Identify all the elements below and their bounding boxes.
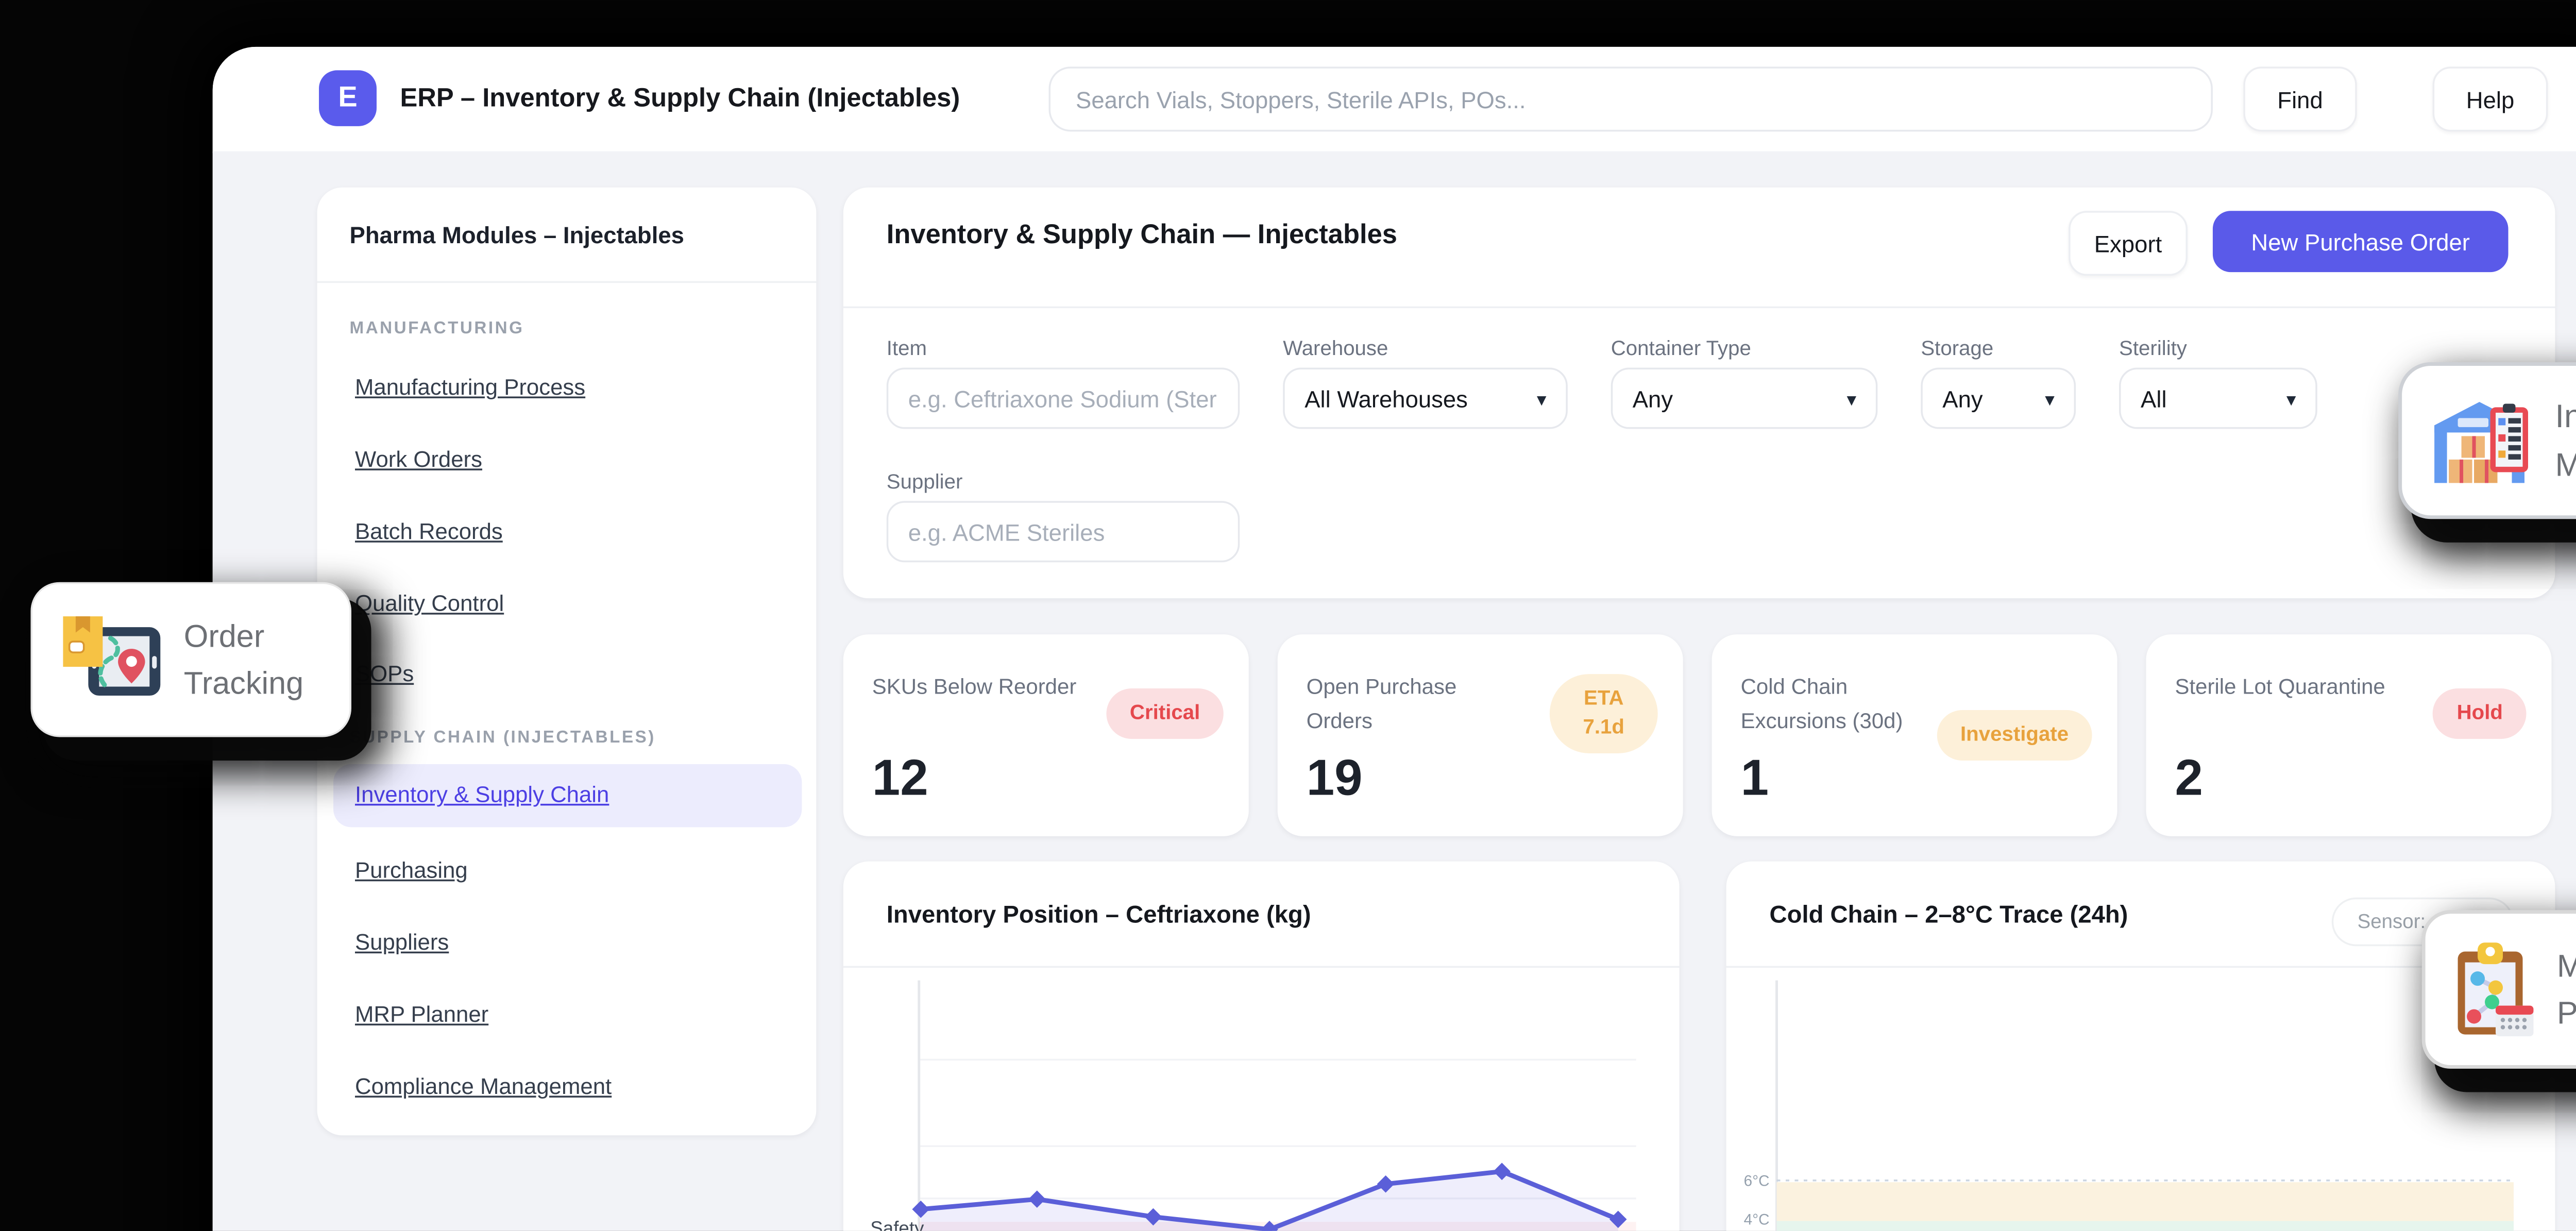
chart-title: Inventory Position – Ceftriaxone (kg) [886, 900, 1311, 928]
kpi-card-skus-below-reorder: SKUs Below Reorder 12 Critical [843, 634, 1249, 836]
app-title: ERP – Inventory & Supply Chain (Injectab… [400, 85, 960, 114]
sidebar: Pharma Modules – Injectables MANUFACTURI… [317, 187, 817, 1136]
app-window: E ERP – Inventory & Supply Chain (Inject… [212, 46, 2576, 1231]
supplier-filter-input[interactable] [886, 501, 1240, 563]
kpi-card-cold-chain-excursions: Cold Chain Excursions (30d) 1 Investigat… [1711, 634, 2117, 836]
kpi-card-open-purchase-orders: Open Purchase Orders 19 ETA 7.1d [1277, 634, 1683, 836]
safety-annotation: Safety [870, 1218, 924, 1231]
item-filter-input[interactable] [886, 367, 1240, 429]
callout-label: Inventory Management [2555, 397, 2576, 482]
sidebar-item-compliance-management[interactable]: Compliance Management [355, 1074, 612, 1100]
temperature-band [1776, 1182, 2514, 1221]
storage-select-value: Any [1942, 384, 1983, 412]
filter-label-item: Item [886, 339, 927, 361]
kpi-label: SKUs Below Reorder [872, 674, 1077, 700]
filter-label-supplier: Supplier [886, 472, 963, 494]
export-button[interactable]: Export [2069, 211, 2188, 276]
find-button[interactable]: Find [2243, 66, 2357, 132]
inventory-management-icon [2434, 401, 2528, 482]
material-planning-callout[interactable]: Material Planning [2421, 910, 2576, 1069]
sidebar-title: Pharma Modules – Injectables [349, 221, 684, 248]
kpi-value: 19 [1306, 749, 1363, 806]
sidebar-item-sops[interactable]: SOPs [355, 662, 414, 687]
container-type-select-value: Any [1632, 384, 1673, 412]
top-bar: E ERP – Inventory & Supply Chain (Inject… [212, 46, 2576, 154]
app-logo: E [319, 70, 377, 126]
order-tracking-icon [63, 616, 161, 696]
chevron-down-icon: ▼ [2283, 391, 2299, 409]
sterility-select[interactable]: All ▼ [2119, 367, 2317, 429]
divider [317, 281, 817, 283]
inventory-management-callout[interactable]: Inventory Management [2398, 362, 2576, 519]
sidebar-item-mrp-planner[interactable]: MRP Planner [355, 1002, 488, 1027]
sidebar-item-batch-records[interactable]: Batch Records [355, 519, 503, 544]
chevron-down-icon: ▼ [1843, 391, 1860, 409]
help-button[interactable]: Help [2432, 66, 2548, 132]
screenshot-stage: E ERP – Inventory & Supply Chain (Inject… [0, 0, 2576, 1231]
sidebar-item-suppliers[interactable]: Suppliers [355, 930, 449, 955]
filter-label-storage: Storage [1921, 339, 1994, 361]
sidebar-item-quality-control[interactable]: Quality Control [355, 591, 504, 616]
chart-title: Cold Chain – 2–8°C Trace (24h) [1769, 900, 2128, 928]
sidebar-item-manufacturing-process[interactable]: Manufacturing Process [355, 375, 585, 400]
kpi-label: Open Purchase Orders [1306, 674, 1457, 734]
kpi-value: 2 [2175, 749, 2203, 806]
y-tick-label: 6°C [1744, 1172, 1770, 1189]
status-badge: Investigate [1937, 710, 2092, 761]
chevron-down-icon: ▼ [1533, 391, 1550, 409]
storage-select[interactable]: Any ▼ [1921, 367, 2076, 429]
filter-label-sterility: Sterility [2119, 339, 2187, 361]
kpi-label: Sterile Lot Quarantine [2175, 674, 2385, 700]
chart-header: Inventory Position – Ceftriaxone (kg) [843, 862, 1680, 968]
kpi-value: 1 [1740, 749, 1769, 806]
sidebar-section-manufacturing: MANUFACTURING [349, 319, 524, 339]
container-type-select[interactable]: Any ▼ [1611, 367, 1878, 429]
page-header-card: Inventory & Supply Chain — Injectables E… [843, 187, 2555, 599]
callout-label: Order Tracking [183, 617, 304, 701]
sidebar-section-supply-chain: SUPPLY CHAIN (INJECTABLES) [349, 728, 656, 748]
sidebar-item-work-orders[interactable]: Work Orders [355, 447, 482, 472]
status-badge: Hold [2433, 688, 2527, 739]
inventory-line-chart: Safety [843, 966, 1680, 1231]
app-body: Pharma Modules – Injectables MANUFACTURI… [212, 151, 2576, 1231]
kpi-card-sterile-lot-quarantine: Sterile Lot Quarantine 2 Hold [2146, 634, 2552, 836]
kpi-value: 12 [872, 749, 928, 806]
filter-label-container-type: Container Type [1611, 339, 1751, 361]
inventory-line-chart-svg: Safety [870, 980, 1636, 1231]
sidebar-item-purchasing[interactable]: Purchasing [355, 858, 468, 883]
new-purchase-order-button[interactable]: New Purchase Order [2212, 211, 2509, 273]
sidebar-item-inventory-supply-chain[interactable]: Inventory & Supply Chain [355, 782, 609, 807]
y-tick-label: 4°C [1744, 1211, 1770, 1228]
global-search-input[interactable] [1048, 66, 2213, 132]
page-title: Inventory & Supply Chain — Injectables [886, 220, 1397, 251]
warehouse-select-value: All Warehouses [1304, 384, 1468, 412]
kpi-label: Cold Chain Excursions (30d) [1740, 674, 1903, 734]
divider [843, 306, 2555, 309]
material-planning-icon [2458, 942, 2534, 1037]
warehouse-select[interactable]: All Warehouses ▼ [1283, 367, 1568, 429]
status-badge: Critical [1106, 688, 1224, 739]
inventory-position-chart-card: Inventory Position – Ceftriaxone (kg) Sa… [843, 861, 1680, 1231]
status-badge: ETA 7.1d [1549, 674, 1658, 754]
chevron-down-icon: ▼ [2041, 391, 2058, 409]
sterility-select-value: All [2141, 384, 2167, 412]
order-tracking-callout[interactable]: Order Tracking [30, 582, 352, 737]
callout-label: Material Planning [2556, 948, 2576, 1031]
filter-label-warehouse: Warehouse [1283, 339, 1388, 361]
temperature-band [1776, 1221, 2514, 1231]
